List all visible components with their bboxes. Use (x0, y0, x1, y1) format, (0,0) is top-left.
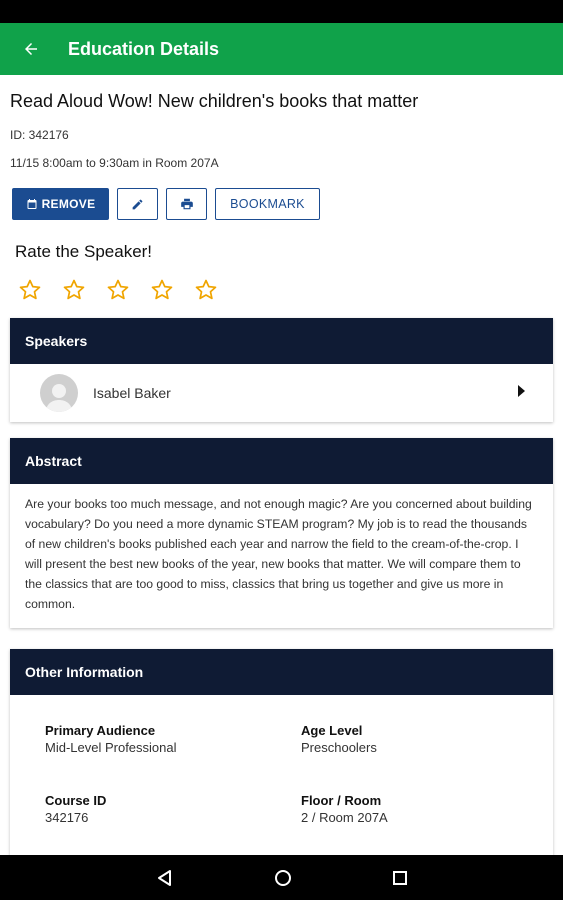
calendar-icon (27, 199, 37, 209)
star-icon[interactable] (194, 278, 218, 302)
content-area[interactable]: Read Aloud Wow! New children's books tha… (0, 75, 563, 855)
star-icon[interactable] (150, 278, 174, 302)
remove-button[interactable]: REMOVE (12, 188, 109, 220)
system-nav-bar (0, 855, 563, 900)
star-icon[interactable] (62, 278, 86, 302)
pencil-icon (132, 199, 143, 209)
remove-label: REMOVE (41, 197, 96, 211)
bookmark-button[interactable]: BOOKMARK (215, 188, 320, 220)
back-button[interactable] (0, 23, 62, 75)
event-title: Read Aloud Wow! New children's books tha… (10, 91, 419, 111)
info-value: 342176 (45, 810, 89, 825)
other-information-card: Other Information Primary Audience Mid-L… (10, 649, 553, 855)
abstract-card: Abstract Are your books too much message… (10, 438, 553, 628)
app-title: Education Details (68, 38, 220, 59)
printer-icon (180, 198, 193, 210)
info-value: 2 / Room 207A (301, 810, 388, 825)
info-label: Floor / Room (301, 793, 382, 808)
speaker-row[interactable]: Isabel Baker (10, 364, 553, 422)
speaker-name: Isabel Baker (93, 385, 171, 401)
info-field-primary-audience: Primary Audience Mid-Level Professional (45, 723, 177, 755)
info-field-course-id: Course ID 342176 (45, 793, 106, 825)
app-bar: Education Details (0, 23, 563, 75)
info-grid: Primary Audience Mid-Level Professional … (10, 695, 553, 855)
chevron-right-icon (518, 385, 525, 397)
info-value: Mid-Level Professional (45, 740, 177, 755)
other-information-header: Other Information (10, 649, 553, 695)
edit-button[interactable] (117, 188, 158, 220)
person-icon (46, 384, 72, 412)
rate-title: Rate the Speaker! (15, 242, 153, 261)
info-value: Preschoolers (301, 740, 377, 755)
event-time: 11/15 8:00am to 9:30am in Room 207A (10, 156, 219, 170)
abstract-text: Are your books too much message, and not… (25, 497, 532, 611)
back-triangle-icon[interactable] (156, 869, 174, 887)
avatar (40, 374, 78, 412)
rating-stars (18, 278, 218, 302)
speakers-header: Speakers (10, 318, 553, 364)
print-button[interactable] (166, 188, 207, 220)
star-icon[interactable] (18, 278, 42, 302)
abstract-header: Abstract (10, 438, 553, 484)
arrow-left-icon (25, 43, 37, 55)
info-label: Age Level (301, 723, 363, 738)
speakers-card: Speakers Isabel Baker (10, 318, 553, 422)
recents-square-icon[interactable] (392, 870, 408, 886)
star-icon[interactable] (106, 278, 130, 302)
info-label: Course ID (45, 793, 107, 808)
action-buttons: REMOVE BOOKMARK (12, 188, 320, 220)
info-label: Primary Audience (45, 723, 156, 738)
event-id: ID: 342176 (10, 128, 69, 142)
status-bar (0, 0, 563, 23)
home-circle-icon[interactable] (274, 869, 292, 887)
info-field-floor-room: Floor / Room 2 / Room 207A (301, 793, 388, 825)
info-field-age-level: Age Level Preschoolers (301, 723, 377, 755)
